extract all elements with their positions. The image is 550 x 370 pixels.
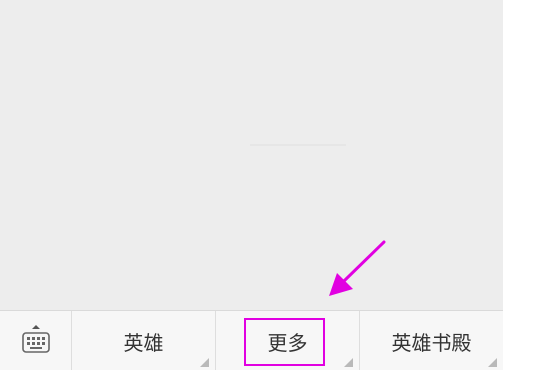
phone-screen: 英雄 更多 英雄书殿 <box>0 0 503 370</box>
keyboard-toggle-button[interactable] <box>0 311 72 370</box>
submenu-indicator-icon <box>488 358 497 367</box>
menu-item-more[interactable]: 更多 <box>216 311 360 370</box>
submenu-indicator-icon <box>200 358 209 367</box>
menu-item-hero[interactable]: 英雄 <box>72 311 216 370</box>
custom-menu-bar: 英雄 更多 英雄书殿 <box>0 310 503 370</box>
menu-item-label: 英雄书殿 <box>391 330 472 355</box>
chat-content-area <box>0 0 503 310</box>
menu-item-label: 更多 <box>267 330 308 355</box>
menu-item-hero-library[interactable]: 英雄书殿 <box>360 311 503 370</box>
menu-item-label: 英雄 <box>123 330 164 355</box>
submenu-indicator-icon <box>344 358 353 367</box>
page-margin <box>503 0 550 370</box>
divider-line <box>250 144 346 146</box>
keyboard-icon <box>21 325 50 353</box>
